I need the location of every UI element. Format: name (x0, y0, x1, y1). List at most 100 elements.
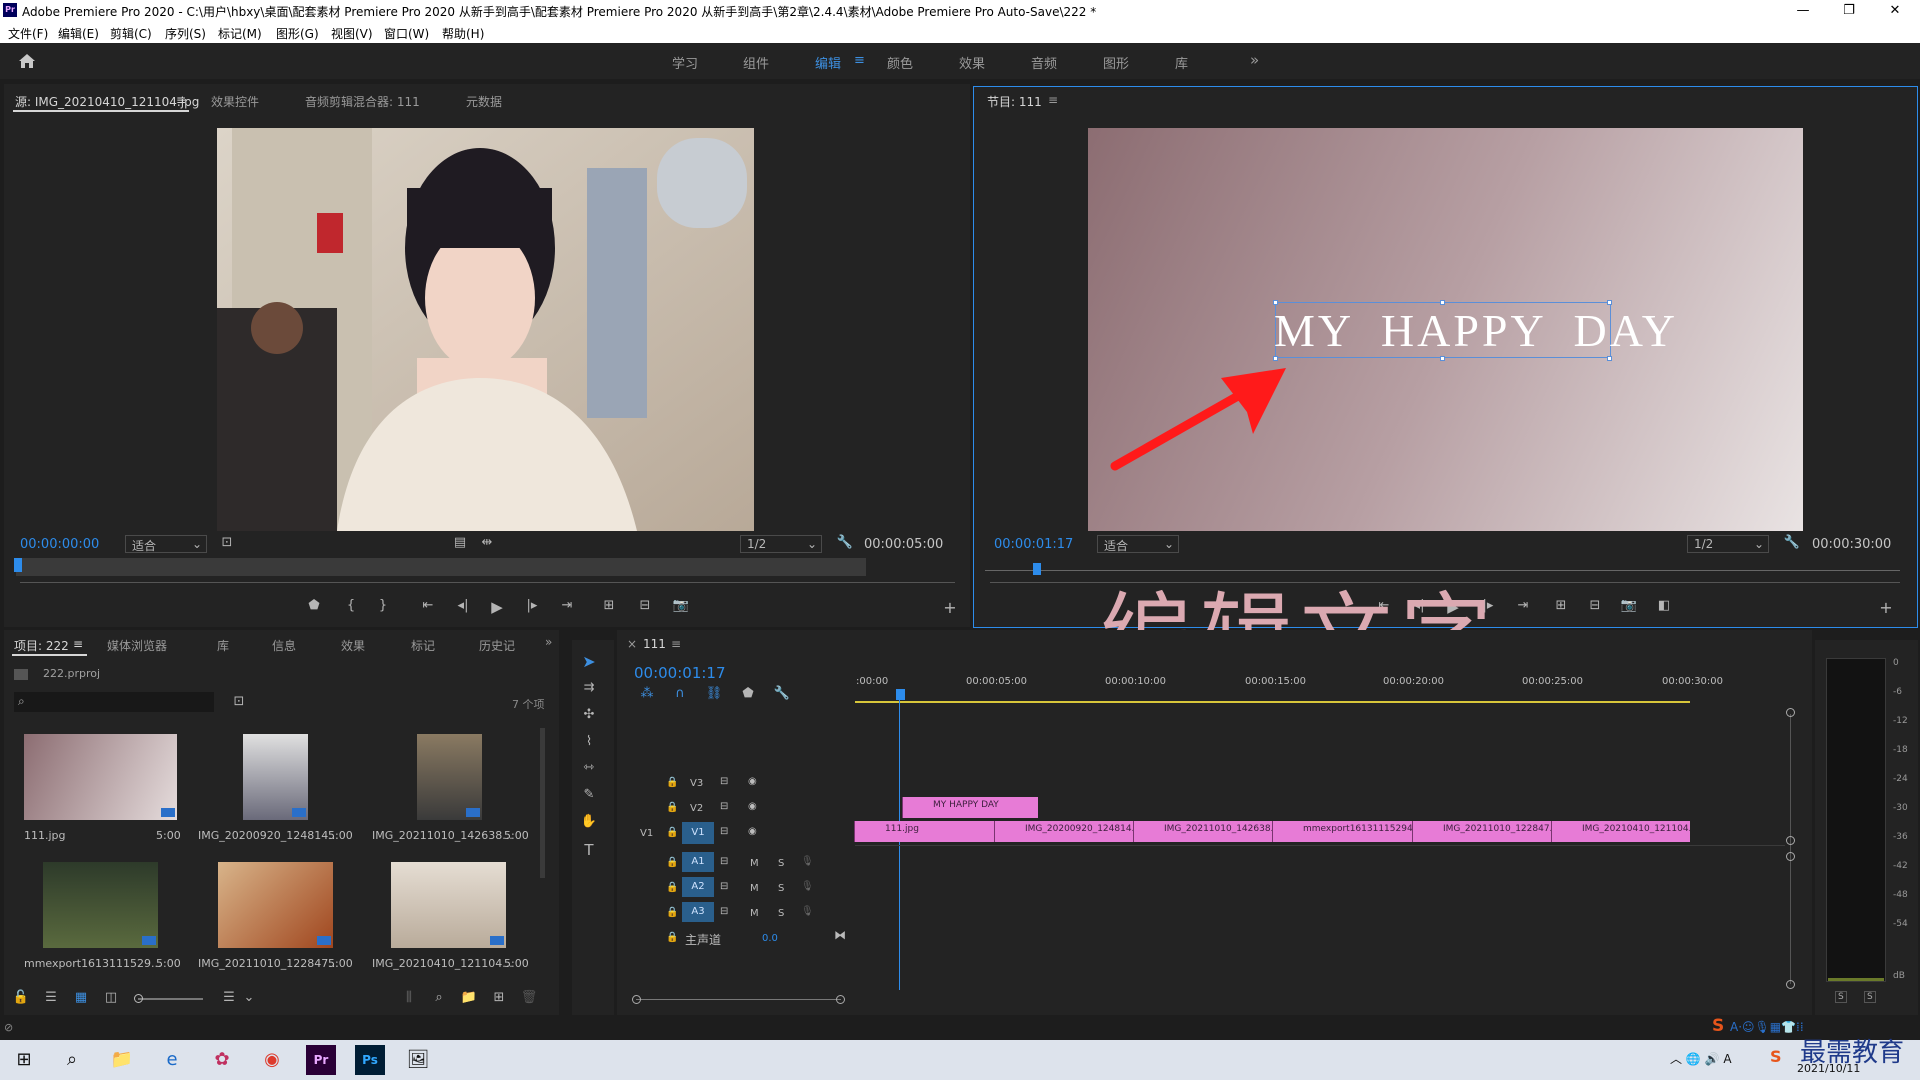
type-tool-icon[interactable]: T (580, 841, 598, 859)
workspace-effects[interactable]: 效果 (959, 53, 985, 72)
app-icon[interactable]: ✿ (208, 1046, 236, 1074)
menu-help[interactable]: 帮助(H) (442, 25, 484, 42)
lift-icon[interactable]: ⊞ (1552, 598, 1570, 613)
project-scrollbar[interactable] (540, 728, 545, 878)
tab-project[interactable]: 项目: 222 (14, 637, 69, 654)
microphone-icon[interactable]: 🎙 (801, 881, 814, 892)
workspace-graphics[interactable]: 图形 (1103, 53, 1129, 72)
source-fit-select[interactable]: 适合 ⌄ (125, 535, 207, 553)
play-icon[interactable]: ▶ (488, 598, 506, 616)
lock-icon[interactable]: 🔒 (666, 907, 678, 918)
go-to-out-icon[interactable]: ⇥ (558, 598, 576, 613)
timeline-horizontal-scrollbar[interactable] (636, 999, 841, 1000)
program-add-button-icon[interactable]: + (1877, 598, 1895, 617)
chevron-down-icon[interactable]: ⌄ (240, 990, 258, 1005)
workspace-learn[interactable]: 学习 (672, 53, 698, 72)
source-patch-v1[interactable]: V1 (640, 828, 653, 839)
ripple-edit-tool-icon[interactable]: ✣ (580, 707, 598, 722)
pen-tool-icon[interactable]: ✎ (580, 787, 598, 802)
add-marker-icon[interactable]: ⬟ (305, 598, 323, 613)
tab-metadata[interactable]: 元数据 (466, 93, 502, 110)
linked-selection-icon[interactable]: ⛓ (705, 686, 723, 701)
find-icon[interactable]: ⌕ (430, 990, 448, 1005)
file-explorer-icon[interactable]: 📁 (108, 1046, 136, 1074)
tab-media-browser[interactable]: 媒体浏览器 (107, 637, 167, 654)
sort-icon[interactable]: ☰ (220, 990, 238, 1005)
tab-history[interactable]: 历史记 (479, 637, 515, 654)
wrench-icon[interactable]: 🔧 (1783, 535, 1801, 550)
sogou-icon[interactable]: S (1770, 1047, 1782, 1066)
insert-icon[interactable]: ⊞ (600, 598, 618, 613)
timeline-clip[interactable]: IMG_20211010_122847.j (1412, 821, 1551, 842)
chrome-icon[interactable]: ◉ (258, 1046, 286, 1074)
workspace-editing[interactable]: 编辑 (815, 53, 841, 72)
program-tab-menu-icon[interactable]: ≡ (1048, 93, 1058, 107)
eye-icon[interactable]: ◉ (748, 801, 757, 812)
icon-view-icon[interactable]: ▦ (72, 990, 90, 1005)
timeline-vertical-scrollbar[interactable] (1790, 714, 1791, 984)
clear-icon[interactable]: 🗑 (520, 990, 538, 1005)
system-tray-icons[interactable]: ︿ 🌐 🔊 A (1670, 1050, 1732, 1067)
drag-video-icon[interactable]: ▤ (451, 535, 469, 550)
overwrite-icon[interactable]: ⊟ (636, 598, 654, 613)
mute-button[interactable]: M (750, 908, 759, 919)
sync-lock-icon[interactable]: ⊟ (720, 801, 728, 812)
drag-audio-icon[interactable]: ⇹ (478, 535, 496, 550)
tab-sequence[interactable]: 111 (643, 637, 666, 651)
work-area-bar[interactable] (855, 701, 1690, 703)
add-marker-icon[interactable]: ⬟ (739, 686, 757, 701)
mute-button[interactable]: M (750, 858, 759, 869)
menu-window[interactable]: 窗口(W) (384, 25, 429, 42)
premiere-taskbar-icon[interactable]: Pr (306, 1045, 336, 1075)
wrench-icon[interactable]: 🔧 (836, 535, 854, 550)
nest-icon[interactable]: ⁂ (638, 686, 656, 701)
scroll-handle[interactable] (1786, 708, 1795, 717)
new-item-icon[interactable]: ⊞ (490, 990, 508, 1005)
track-label-v1[interactable]: V1 (682, 822, 714, 844)
tab-effect-controls[interactable]: 效果控件 (211, 93, 259, 110)
camera-icon[interactable]: 📷 (1620, 598, 1638, 613)
track-select-tool-icon[interactable]: ⇉ (580, 680, 598, 695)
tab-info[interactable]: 信息 (272, 637, 296, 654)
scroll-handle[interactable] (1786, 980, 1795, 989)
edge-icon[interactable]: e (158, 1046, 186, 1074)
sync-lock-icon[interactable]: ⊟ (720, 906, 728, 917)
home-icon[interactable] (18, 53, 36, 69)
source-resolution-select[interactable]: 1/2 ⌄ (740, 535, 822, 553)
microphone-icon[interactable]: 🎙 (801, 906, 814, 917)
freeform-view-icon[interactable]: ◫ (102, 990, 120, 1005)
title-clip[interactable]: MY HAPPY DAY (902, 797, 1038, 818)
timeline-close-icon[interactable]: × (627, 637, 637, 651)
scroll-handle[interactable] (1786, 852, 1795, 861)
menu-graphics[interactable]: 图形(G) (276, 25, 319, 42)
master-track-toggle-icon[interactable]: ⧓ (834, 928, 846, 942)
solo-button[interactable]: S (778, 908, 784, 919)
ime-icon[interactable]: S (1712, 1016, 1724, 1036)
source-zoom-bar[interactable] (16, 558, 866, 576)
workspace-menu-icon[interactable]: ≡ (854, 53, 865, 68)
solo-button[interactable]: S (778, 883, 784, 894)
meter-solo-button[interactable]: S (1864, 991, 1876, 1003)
slip-tool-icon[interactable]: ⇿ (580, 760, 598, 775)
source-add-button-icon[interactable]: + (941, 598, 959, 617)
program-playhead[interactable] (1033, 563, 1041, 575)
menu-file[interactable]: 文件(F) (8, 25, 48, 42)
timeline-clip[interactable]: IMG_20211010_142638.jp (1133, 821, 1272, 842)
comparison-view-icon[interactable]: ◧ (1655, 598, 1673, 613)
source-tab-menu-icon[interactable]: ≡ (176, 93, 186, 107)
step-forward-icon[interactable]: |▸ (523, 598, 541, 613)
tab-libraries[interactable]: 库 (217, 637, 229, 654)
program-fit-select[interactable]: 适合 ⌄ (1097, 535, 1179, 553)
timeline-clip[interactable]: mmexport1613111529447 (1272, 821, 1412, 842)
project-search-input[interactable] (14, 692, 214, 712)
workspace-libraries[interactable]: 库 (1175, 53, 1188, 72)
step-back-icon[interactable]: ◂| (454, 598, 472, 613)
lock-icon[interactable]: 🔒 (666, 802, 678, 813)
safe-margins-icon[interactable]: ⊡ (218, 535, 236, 550)
minimize-button[interactable]: — (1780, 0, 1826, 22)
eye-icon[interactable]: ◉ (748, 776, 757, 787)
timeline-clip[interactable]: IMG_20200920_124814.j (994, 821, 1133, 842)
lock-icon[interactable]: 🔒 (666, 882, 678, 893)
lock-icon[interactable]: 🔓 (12, 990, 30, 1005)
tab-program[interactable]: 节目: 111 (987, 93, 1042, 110)
